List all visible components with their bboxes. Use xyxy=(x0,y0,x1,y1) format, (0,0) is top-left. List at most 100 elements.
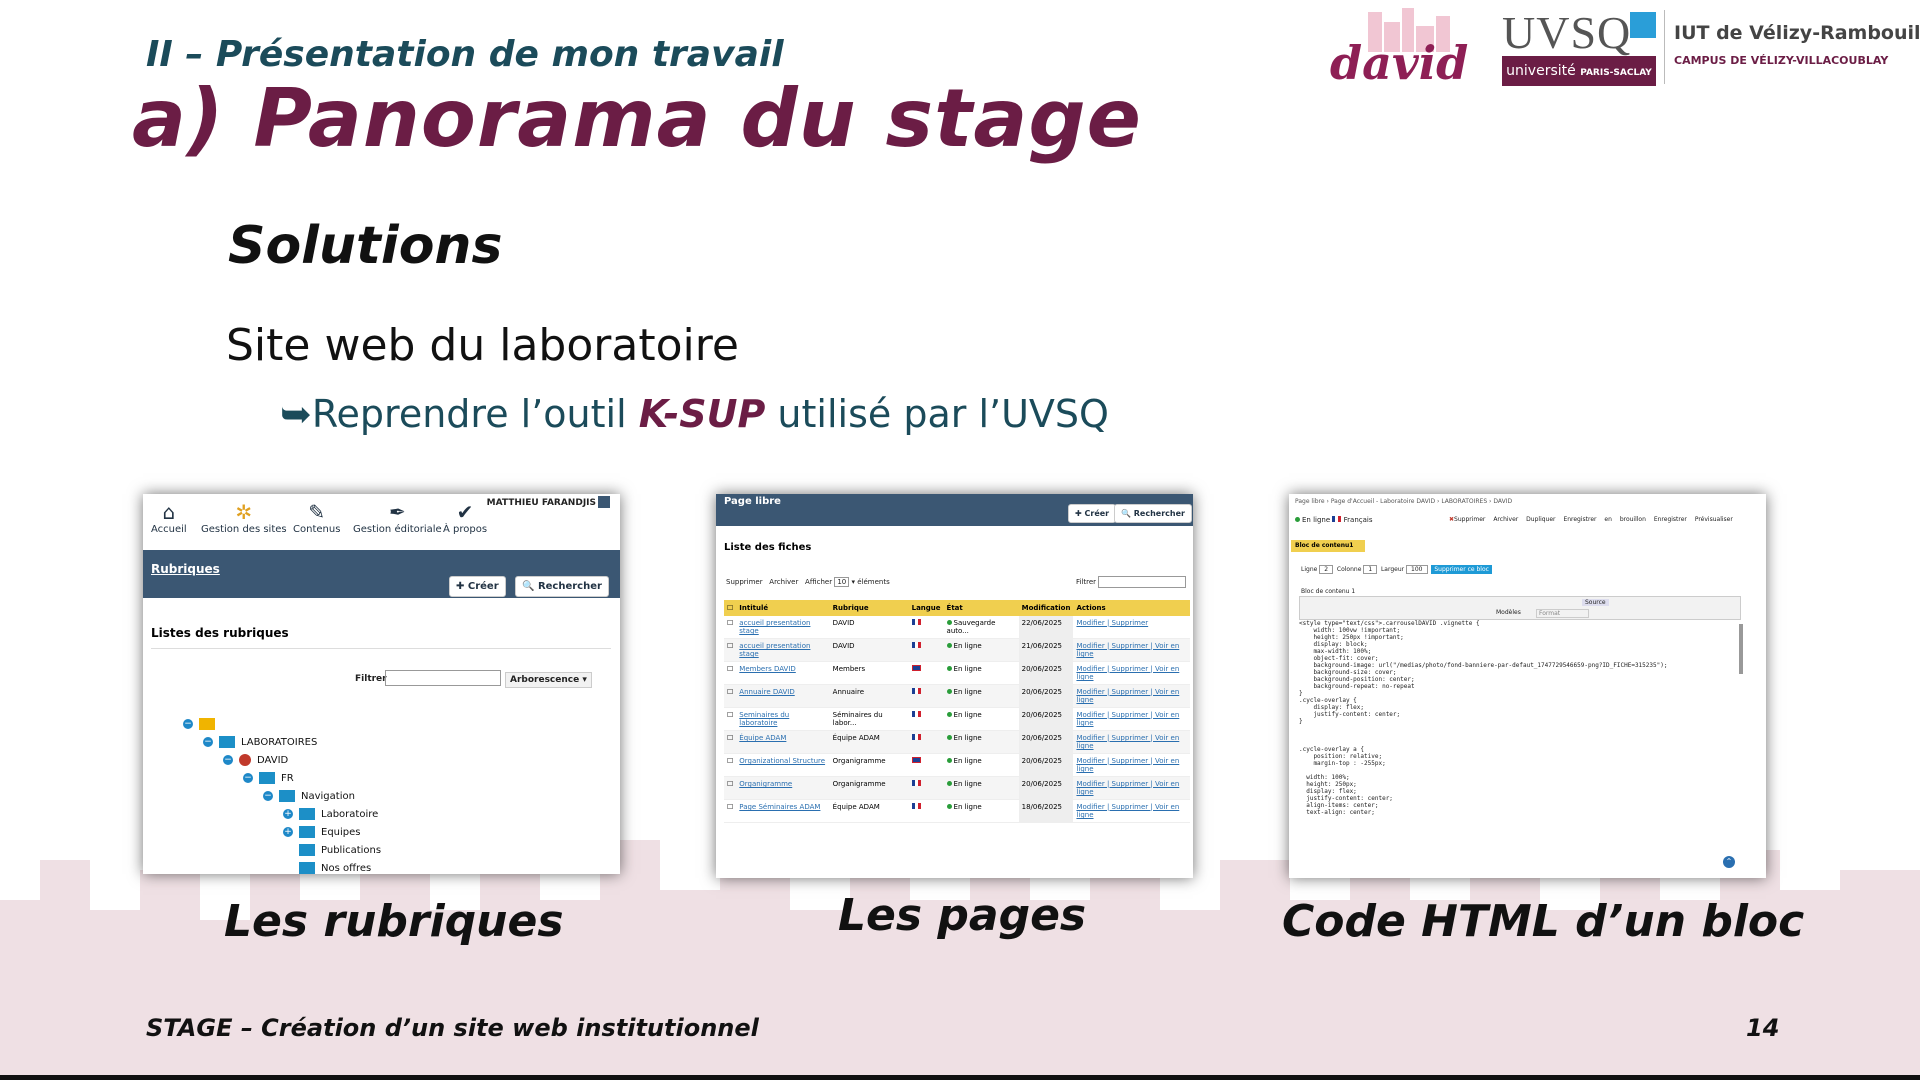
row-checkbox[interactable]: ☐ xyxy=(724,661,737,685)
column-header[interactable]: État xyxy=(943,600,1019,616)
row-checkbox[interactable]: ☐ xyxy=(724,707,737,731)
row-checkbox[interactable]: ☐ xyxy=(724,730,737,754)
row-actions[interactable]: Modifier | Supprimer | Voir en ligne xyxy=(1076,642,1179,658)
tree-row[interactable]: Nos offres xyxy=(299,862,371,874)
page-title-link[interactable]: accueil presentation stage xyxy=(739,642,810,658)
tree-row[interactable]: − DAVID xyxy=(223,754,288,766)
row-checkbox[interactable]: ☐ xyxy=(724,799,737,823)
block-tab[interactable]: Bloc de contenu1 xyxy=(1291,540,1365,552)
subtitle: Site web du laboratoire xyxy=(226,320,739,371)
column-header[interactable]: Modification xyxy=(1018,600,1074,616)
rubrique-cell: Organigramme xyxy=(829,776,909,800)
tree-row[interactable]: − xyxy=(183,718,221,730)
models-dropdown[interactable]: Modèles xyxy=(1496,609,1521,616)
archive-button[interactable]: Archiver xyxy=(769,578,798,586)
row-checkbox[interactable]: ☐ xyxy=(724,776,737,800)
page-title-link[interactable]: Équipe ADAM xyxy=(739,734,786,742)
tree-row[interactable]: + Laboratoire xyxy=(283,808,378,820)
table-row[interactable]: ☐ Page Séminaires ADAM Équipe ADAM En ligne… xyxy=(724,799,1190,823)
row-actions[interactable]: Modifier | Supprimer | Voir en ligne xyxy=(1076,757,1179,773)
uvsq-logo: UVSQ université PARIS-SACLAY xyxy=(1502,6,1658,86)
source-button[interactable]: Source xyxy=(1582,599,1609,606)
create-button[interactable]: ✚ Créer xyxy=(1068,504,1117,523)
table-row[interactable]: ☐ Annuaire DAVID Annuaire En ligne 20/06/202… xyxy=(724,684,1190,708)
filter-input[interactable] xyxy=(1098,576,1186,588)
filter-input[interactable] xyxy=(385,670,501,686)
row-input[interactable]: 2 xyxy=(1319,565,1334,574)
width-input[interactable]: 100 xyxy=(1406,565,1428,574)
pages-screenshot: Page libre ✚ Créer 🔍 Rechercher Liste de… xyxy=(716,494,1193,878)
search-button[interactable]: 🔍 Rechercher xyxy=(1114,504,1192,523)
logo-divider xyxy=(1664,10,1665,84)
delete-button[interactable]: Supprimer xyxy=(726,578,763,586)
create-button[interactable]: ✚ Créer xyxy=(449,576,506,597)
block-label: Bloc de contenu 1 xyxy=(1301,588,1356,595)
row-actions[interactable]: Modifier | Supprimer xyxy=(1076,619,1148,627)
html-code-editor[interactable]: <style type="text/css">.carrouselDAVID .… xyxy=(1299,620,1739,848)
nav-editorial[interactable]: ✒ Gestion éditoriale xyxy=(353,500,442,535)
save-button[interactable]: Enregistrer xyxy=(1654,516,1687,523)
page-title-link[interactable]: accueil presentation stage xyxy=(739,619,810,635)
page-title-link[interactable]: Seminaires du laboratoire xyxy=(739,711,789,727)
delete-block-button[interactable]: Supprimer ce bloc xyxy=(1431,565,1492,574)
section-title: II – Présentation de mon travail xyxy=(146,34,784,75)
row-actions[interactable]: Modifier | Supprimer | Voir en ligne xyxy=(1076,665,1179,681)
nav-home[interactable]: ⌂ Accueil xyxy=(151,500,187,535)
table-row[interactable]: ☐ accueil presentation stage DAVID En ligne… xyxy=(724,638,1190,662)
tree-row[interactable]: − Navigation xyxy=(263,790,355,802)
row-checkbox[interactable]: ☐ xyxy=(724,616,737,639)
row-actions[interactable]: Modifier | Supprimer | Voir en ligne xyxy=(1076,688,1179,704)
band-title[interactable]: Rubriques xyxy=(151,562,220,576)
bullet-point: ➥Reprendre l’outil K-SUP utilisé par l’U… xyxy=(280,392,1109,436)
preview-button[interactable]: Prévisualiser xyxy=(1695,516,1733,523)
column-header[interactable]: Langue xyxy=(908,600,944,616)
nav-about[interactable]: ✔ À propos xyxy=(443,500,487,535)
delete-button[interactable]: Supprimer xyxy=(1454,516,1485,523)
select-all-checkbox[interactable]: ☐ xyxy=(724,600,737,616)
page-title-link[interactable]: Annuaire DAVID xyxy=(739,688,794,696)
page-title-link[interactable]: Organizational Structure xyxy=(739,757,825,765)
table-row[interactable]: ☐ accueil presentation stage DAVID Sauvegar… xyxy=(724,616,1190,639)
row-checkbox[interactable]: ☐ xyxy=(724,638,737,662)
nav-contents[interactable]: ✎ Contenus xyxy=(293,500,340,535)
rubriques-band: Rubriques ✚ Créer 🔍 Rechercher xyxy=(143,550,620,598)
format-dropdown[interactable]: Format xyxy=(1536,609,1590,618)
page-title-link[interactable]: Members DAVID xyxy=(739,665,796,673)
nav-sites[interactable]: ✲ Gestion des sites xyxy=(201,500,287,535)
page-size-select[interactable]: 10 xyxy=(834,577,850,587)
row-actions[interactable]: Modifier | Supprimer | Voir en ligne xyxy=(1076,780,1179,796)
column-header[interactable]: Intitulé xyxy=(736,600,830,616)
table-row[interactable]: ☐ Seminaires du laboratoire Séminaires du … xyxy=(724,707,1190,731)
table-row[interactable]: ☐ Members DAVID Members En ligne 20/06/2025 M… xyxy=(724,661,1190,685)
tree-mode-select[interactable]: Arborescence ▾ xyxy=(505,672,592,688)
scrollbar[interactable] xyxy=(1739,624,1743,674)
search-button[interactable]: 🔍 Rechercher xyxy=(515,576,609,597)
tree-row[interactable]: − FR xyxy=(243,772,294,784)
scroll-up-icon[interactable]: ⌃ xyxy=(1723,856,1735,868)
status-dot-icon xyxy=(946,689,952,694)
archive-button[interactable]: Archiver xyxy=(1493,516,1518,523)
rubrique-cell: Organigramme xyxy=(829,753,909,777)
tree-row[interactable]: Publications xyxy=(299,844,381,856)
page-title-link[interactable]: Page Séminaires ADAM xyxy=(739,803,820,811)
table-row[interactable]: ☐ Organigramme Organigramme En ligne 20/06/2… xyxy=(724,776,1190,800)
fr-flag-icon xyxy=(911,780,921,786)
row-actions[interactable]: Modifier | Supprimer | Voir en ligne xyxy=(1076,734,1179,750)
row-checkbox[interactable]: ☐ xyxy=(724,753,737,777)
duplicate-button[interactable]: Dupliquer xyxy=(1526,516,1555,523)
date-cell: 18/06/2025 xyxy=(1018,799,1074,823)
filter-label: Filtrer xyxy=(355,674,387,684)
user-icon[interactable] xyxy=(598,496,610,508)
table-row[interactable]: ☐ Organizational Structure Organigramme En … xyxy=(724,753,1190,777)
tree-row[interactable]: − LABORATOIRES xyxy=(203,736,317,748)
row-actions[interactable]: Modifier | Supprimer | Voir en ligne xyxy=(1076,711,1179,727)
page-title: a) Panorama du stage xyxy=(132,72,1142,165)
tree-row[interactable]: + Equipes xyxy=(283,826,361,838)
table-row[interactable]: ☐ Équipe ADAM Équipe ADAM En ligne 20/06/202… xyxy=(724,730,1190,754)
page-title-link[interactable]: Organigramme xyxy=(739,780,792,788)
save-draft-button[interactable]: Enregistrer en brouillon xyxy=(1563,516,1645,523)
column-header[interactable]: Rubrique xyxy=(829,600,909,616)
row-actions[interactable]: Modifier | Supprimer | Voir en ligne xyxy=(1076,803,1179,819)
column-input[interactable]: 1 xyxy=(1363,565,1378,574)
row-checkbox[interactable]: ☐ xyxy=(724,684,737,708)
